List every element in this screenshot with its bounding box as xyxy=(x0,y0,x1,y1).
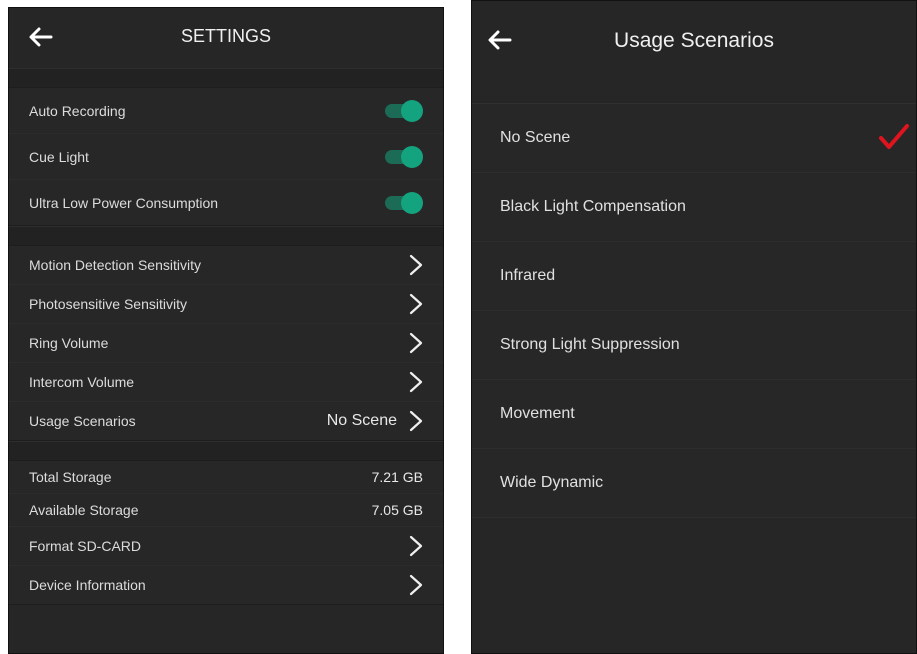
intercom-volume-label: Intercom Volume xyxy=(29,374,135,390)
photosensitive-sensitivity-item[interactable]: Photosensitive Sensitivity xyxy=(9,285,443,324)
scenario-list: No Scene Black Light Compensation Infrar… xyxy=(472,103,916,518)
scenario-option-wide-dynamic[interactable]: Wide Dynamic xyxy=(472,449,916,518)
chevron-right-icon xyxy=(409,535,423,557)
scenario-label: No Scene xyxy=(500,129,571,146)
scenario-label: Infrared xyxy=(500,267,556,284)
photosensitive-sensitivity-label: Photosensitive Sensitivity xyxy=(29,296,187,312)
cue-light-toggle[interactable] xyxy=(383,145,423,168)
storage-group: Total Storage 7.21 GB Available Storage … xyxy=(9,460,443,605)
ring-volume-label: Ring Volume xyxy=(29,335,109,351)
chevron-right-icon xyxy=(409,293,423,315)
available-storage-label: Available Storage xyxy=(29,502,139,518)
format-sd-card-item[interactable]: Format SD-CARD xyxy=(9,527,443,566)
scenario-option-black-light-compensation[interactable]: Black Light Compensation xyxy=(472,173,916,242)
chevron-right-icon xyxy=(409,371,423,393)
cue-light-label: Cue Light xyxy=(29,148,89,165)
usage-scenarios-item[interactable]: Usage Scenarios No Scene xyxy=(9,402,443,440)
chevron-right-icon xyxy=(409,410,423,432)
total-storage-label: Total Storage xyxy=(29,469,112,485)
usage-scenarios-header: Usage Scenarios xyxy=(472,1,916,79)
usage-scenarios-label: Usage Scenarios xyxy=(29,413,136,429)
chevron-right-icon xyxy=(409,254,423,276)
format-sd-card-label: Format SD-CARD xyxy=(29,538,142,554)
scenario-label: Black Light Compensation xyxy=(500,198,686,215)
auto-recording-label: Auto Recording xyxy=(29,102,126,119)
divider xyxy=(9,68,443,87)
ultra-low-power-row: Ultra Low Power Consumption xyxy=(9,180,443,225)
scenario-label: Strong Light Suppression xyxy=(500,336,680,353)
scenario-option-movement[interactable]: Movement xyxy=(472,380,916,449)
motion-detection-sensitivity-label: Motion Detection Sensitivity xyxy=(29,257,201,273)
auto-recording-row: Auto Recording xyxy=(9,88,443,134)
auto-recording-toggle[interactable] xyxy=(383,99,423,122)
ring-volume-item[interactable]: Ring Volume xyxy=(9,324,443,363)
total-storage-row: Total Storage 7.21 GB xyxy=(9,461,443,494)
available-storage-row: Available Storage 7.05 GB xyxy=(9,494,443,527)
scenario-option-strong-light-suppression[interactable]: Strong Light Suppression xyxy=(472,311,916,380)
scenario-label: Wide Dynamic xyxy=(500,474,604,491)
intercom-volume-item[interactable]: Intercom Volume xyxy=(9,363,443,402)
toggle-group: Auto Recording Cue Light Ultra Low Power… xyxy=(9,87,443,226)
ultra-low-power-label: Ultra Low Power Consumption xyxy=(29,194,219,211)
page-title: SETTINGS xyxy=(180,26,271,46)
ultra-low-power-toggle[interactable] xyxy=(383,191,423,214)
available-storage-value: 7.05 GB xyxy=(371,502,423,518)
scenario-option-infrared[interactable]: Infrared xyxy=(472,242,916,311)
menu-group: Motion Detection Sensitivity Photosensit… xyxy=(9,245,443,441)
chevron-right-icon xyxy=(409,574,423,596)
usage-scenarios-screen: Usage Scenarios No Scene Black Light Com… xyxy=(471,0,917,654)
total-storage-value: 7.21 GB xyxy=(371,469,423,485)
settings-screen: SETTINGS Auto Recording Cue Light Ultra … xyxy=(8,7,444,654)
cue-light-row: Cue Light xyxy=(9,134,443,180)
usage-scenarios-value: No Scene xyxy=(326,412,397,429)
device-information-item[interactable]: Device Information xyxy=(9,566,443,604)
scenario-label: Movement xyxy=(500,405,575,422)
settings-header: SETTINGS xyxy=(9,8,443,68)
motion-detection-sensitivity-item[interactable]: Motion Detection Sensitivity xyxy=(9,246,443,285)
divider xyxy=(9,226,443,245)
scenario-option-no-scene[interactable]: No Scene xyxy=(472,104,916,173)
page-title: Usage Scenarios xyxy=(614,29,774,52)
chevron-right-icon xyxy=(409,332,423,354)
divider xyxy=(9,441,443,460)
checkmark-icon xyxy=(879,124,909,149)
device-information-label: Device Information xyxy=(29,577,146,593)
